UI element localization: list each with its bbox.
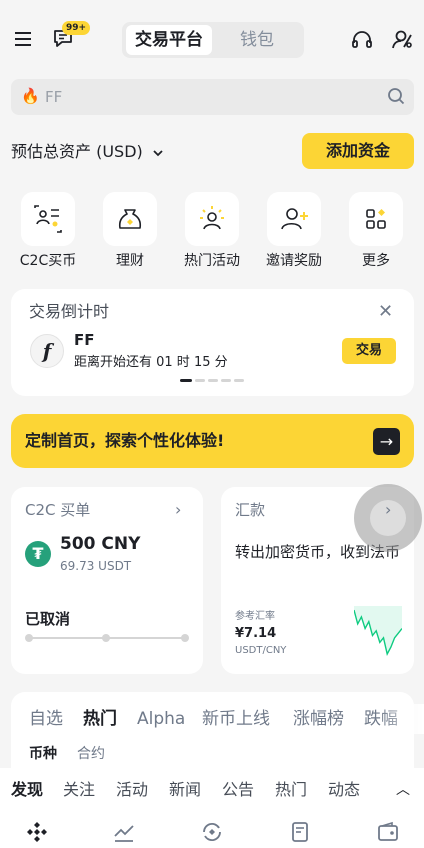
feed-tab-discover[interactable]: 发现	[11, 779, 43, 801]
remittance-title: 汇款	[235, 501, 266, 519]
futures-icon[interactable]	[288, 820, 312, 844]
shortcut-label-more: 更多	[362, 253, 390, 269]
order-status: 已取消	[25, 610, 71, 628]
tab-alpha[interactable]: Alpha	[137, 708, 185, 730]
reference-rate-value: ¥7.14	[235, 626, 277, 641]
feed-tab-following[interactable]: 关注	[63, 779, 95, 801]
feed-tab-news[interactable]: 新闻	[169, 779, 201, 801]
feed-tab-activities[interactable]: 活动	[116, 779, 148, 801]
rate-sparkline	[354, 606, 402, 656]
tab-hot[interactable]: 热门	[83, 708, 117, 730]
carousel-dot[interactable]	[195, 379, 205, 382]
search-input[interactable]: FF	[45, 86, 62, 108]
carousel-dot[interactable]	[221, 379, 231, 382]
trade-icon[interactable]	[200, 820, 224, 844]
reference-rate-label: 参考汇率	[235, 611, 275, 622]
rate-pair: USDT/CNY	[235, 645, 287, 656]
markets-icon[interactable]	[112, 820, 136, 844]
profile-icon[interactable]	[390, 27, 414, 51]
feed-tab-announcements[interactable]: 公告	[222, 779, 254, 801]
chevron-down-icon	[153, 149, 163, 156]
home-icon[interactable]	[25, 820, 49, 844]
shortcut-c2c[interactable]	[21, 192, 75, 246]
notification-badge: 99+	[62, 21, 91, 35]
sparkline-area	[354, 606, 402, 654]
close-icon[interactable]: ✕	[378, 302, 393, 322]
shortcut-hot-activity[interactable]	[185, 192, 239, 246]
carousel-dots	[180, 379, 247, 383]
progress-step	[102, 634, 110, 642]
feed-tab-hot[interactable]: 热门	[275, 779, 307, 801]
invite-icon	[281, 208, 308, 230]
order-amount-usdt: 69.73 USDT	[60, 559, 132, 573]
arrow-right-icon[interactable]: →	[373, 428, 400, 455]
progress-step	[181, 634, 189, 642]
tab-exchange[interactable]: 交易平台	[126, 25, 212, 55]
headset-icon[interactable]	[350, 28, 374, 52]
tab-favorites[interactable]: 自选	[29, 708, 63, 730]
shortcut-label-c2c: C2C买币	[19, 253, 77, 269]
menu-icon[interactable]	[12, 28, 34, 50]
trade-button[interactable]: 交易	[342, 338, 396, 364]
shortcut-label-invite: 邀请奖励	[266, 253, 322, 269]
chevron-right-icon[interactable]: ›	[385, 500, 391, 520]
earn-icon	[118, 209, 142, 229]
carousel-dot[interactable]	[180, 379, 192, 382]
feed-tab-updates[interactable]: 动态	[328, 779, 360, 801]
banner-text: 定制首页，探索个性化体验!	[25, 431, 225, 450]
c2c-order-title: C2C 买单	[25, 501, 91, 519]
tether-icon: ₮	[25, 541, 51, 567]
estimated-assets-label[interactable]: 预估总资产 (USD)	[11, 141, 164, 163]
countdown-title: 交易倒计时	[29, 302, 110, 321]
order-amount: 500 CNY	[60, 534, 141, 554]
search-bar[interactable]	[11, 79, 414, 115]
shortcut-more[interactable]	[349, 192, 403, 246]
tabs-fade	[380, 704, 424, 734]
subtab-futures[interactable]: 合约	[77, 745, 105, 763]
coin-name: FF	[74, 331, 95, 349]
c2c-icon	[34, 205, 62, 233]
shortcut-invite[interactable]	[267, 192, 321, 246]
add-funds-button[interactable]: 添加资金	[302, 133, 414, 169]
tab-wallet[interactable]: 钱包	[214, 25, 300, 55]
countdown-text: 距离开始还有 01 时 15 分	[74, 355, 228, 370]
hot-activity-icon	[200, 206, 224, 230]
shortcut-earn[interactable]	[103, 192, 157, 246]
carousel-dot[interactable]	[208, 379, 218, 382]
tab-new-listings[interactable]: 新币上线	[202, 708, 270, 730]
tab-gainers[interactable]: 涨幅榜	[293, 708, 344, 730]
chevron-up-icon[interactable]: ︿	[396, 779, 410, 801]
assets-icon[interactable]	[376, 820, 400, 844]
fire-icon: 🔥	[21, 87, 40, 105]
chevron-right-icon[interactable]: ›	[175, 500, 181, 520]
carousel-dot[interactable]	[234, 379, 244, 382]
progress-step	[25, 634, 33, 642]
search-icon[interactable]	[386, 86, 406, 106]
coin-logo: f	[30, 334, 64, 368]
shortcut-label-hot-activity: 热门活动	[184, 253, 240, 269]
subtab-coins[interactable]: 币种	[29, 745, 57, 763]
estimated-assets-text: 预估总资产 (USD)	[11, 142, 143, 161]
more-icon	[366, 209, 386, 229]
shortcut-label-earn: 理财	[116, 253, 144, 269]
